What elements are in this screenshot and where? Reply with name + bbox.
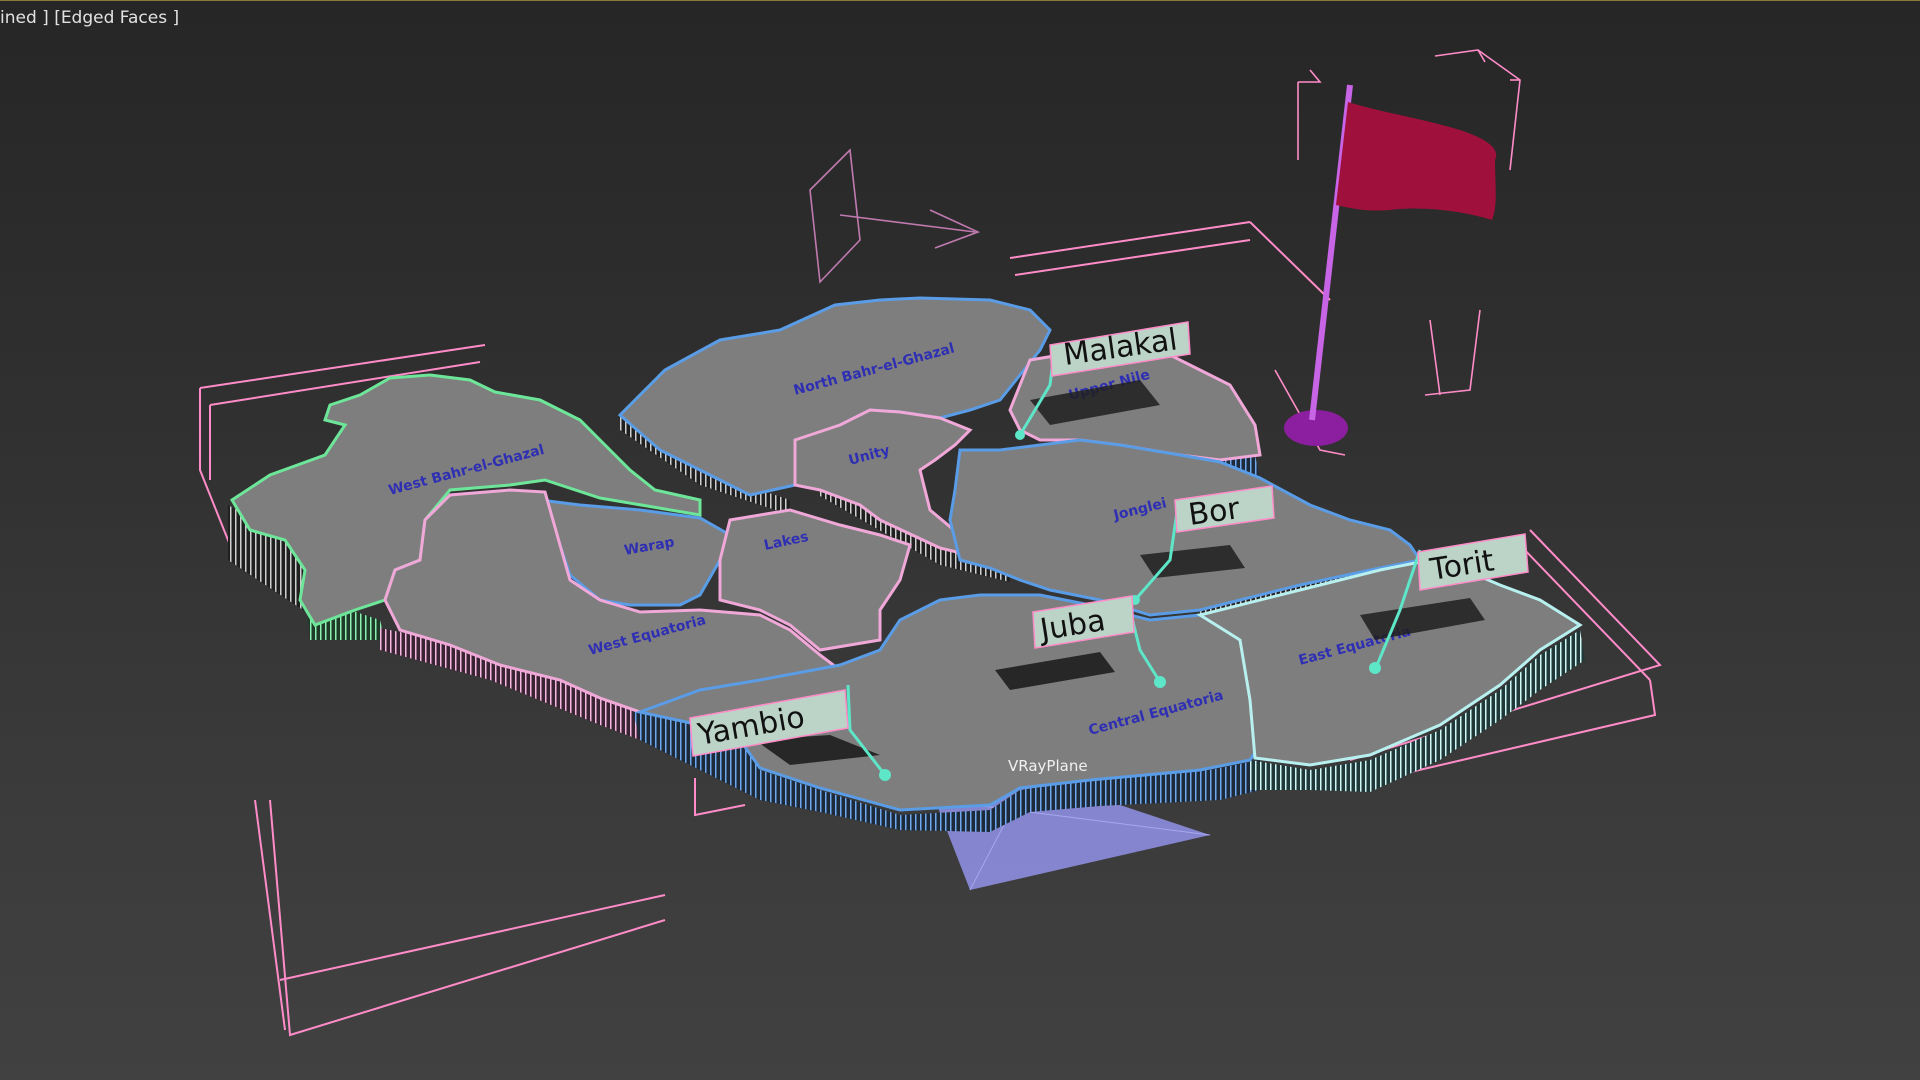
map-regions[interactable] <box>229 296 1583 812</box>
directional-light-gizmo[interactable] <box>809 148 981 284</box>
marker-dot[interactable] <box>879 769 891 781</box>
marker-dot[interactable] <box>1154 676 1166 688</box>
3d-viewport[interactable]: ined ] [Edged Faces ] West Bahr-el-Ghaza… <box>0 0 1920 1080</box>
flag-base[interactable] <box>1284 410 1348 446</box>
city-label-bor: Bor <box>1186 491 1242 533</box>
flag-cloth[interactable] <box>1336 102 1497 220</box>
flag-bounding-box <box>1274 49 1521 456</box>
flag-object[interactable] <box>1284 84 1497 446</box>
marker-dot[interactable] <box>1369 662 1381 674</box>
vray-plane-label: VRayPlane <box>1008 757 1088 775</box>
scene-canvas[interactable]: West Bahr-el-Ghazal North Bahr-el-Ghazal… <box>0 0 1920 1080</box>
marker-dot[interactable] <box>1015 430 1025 440</box>
